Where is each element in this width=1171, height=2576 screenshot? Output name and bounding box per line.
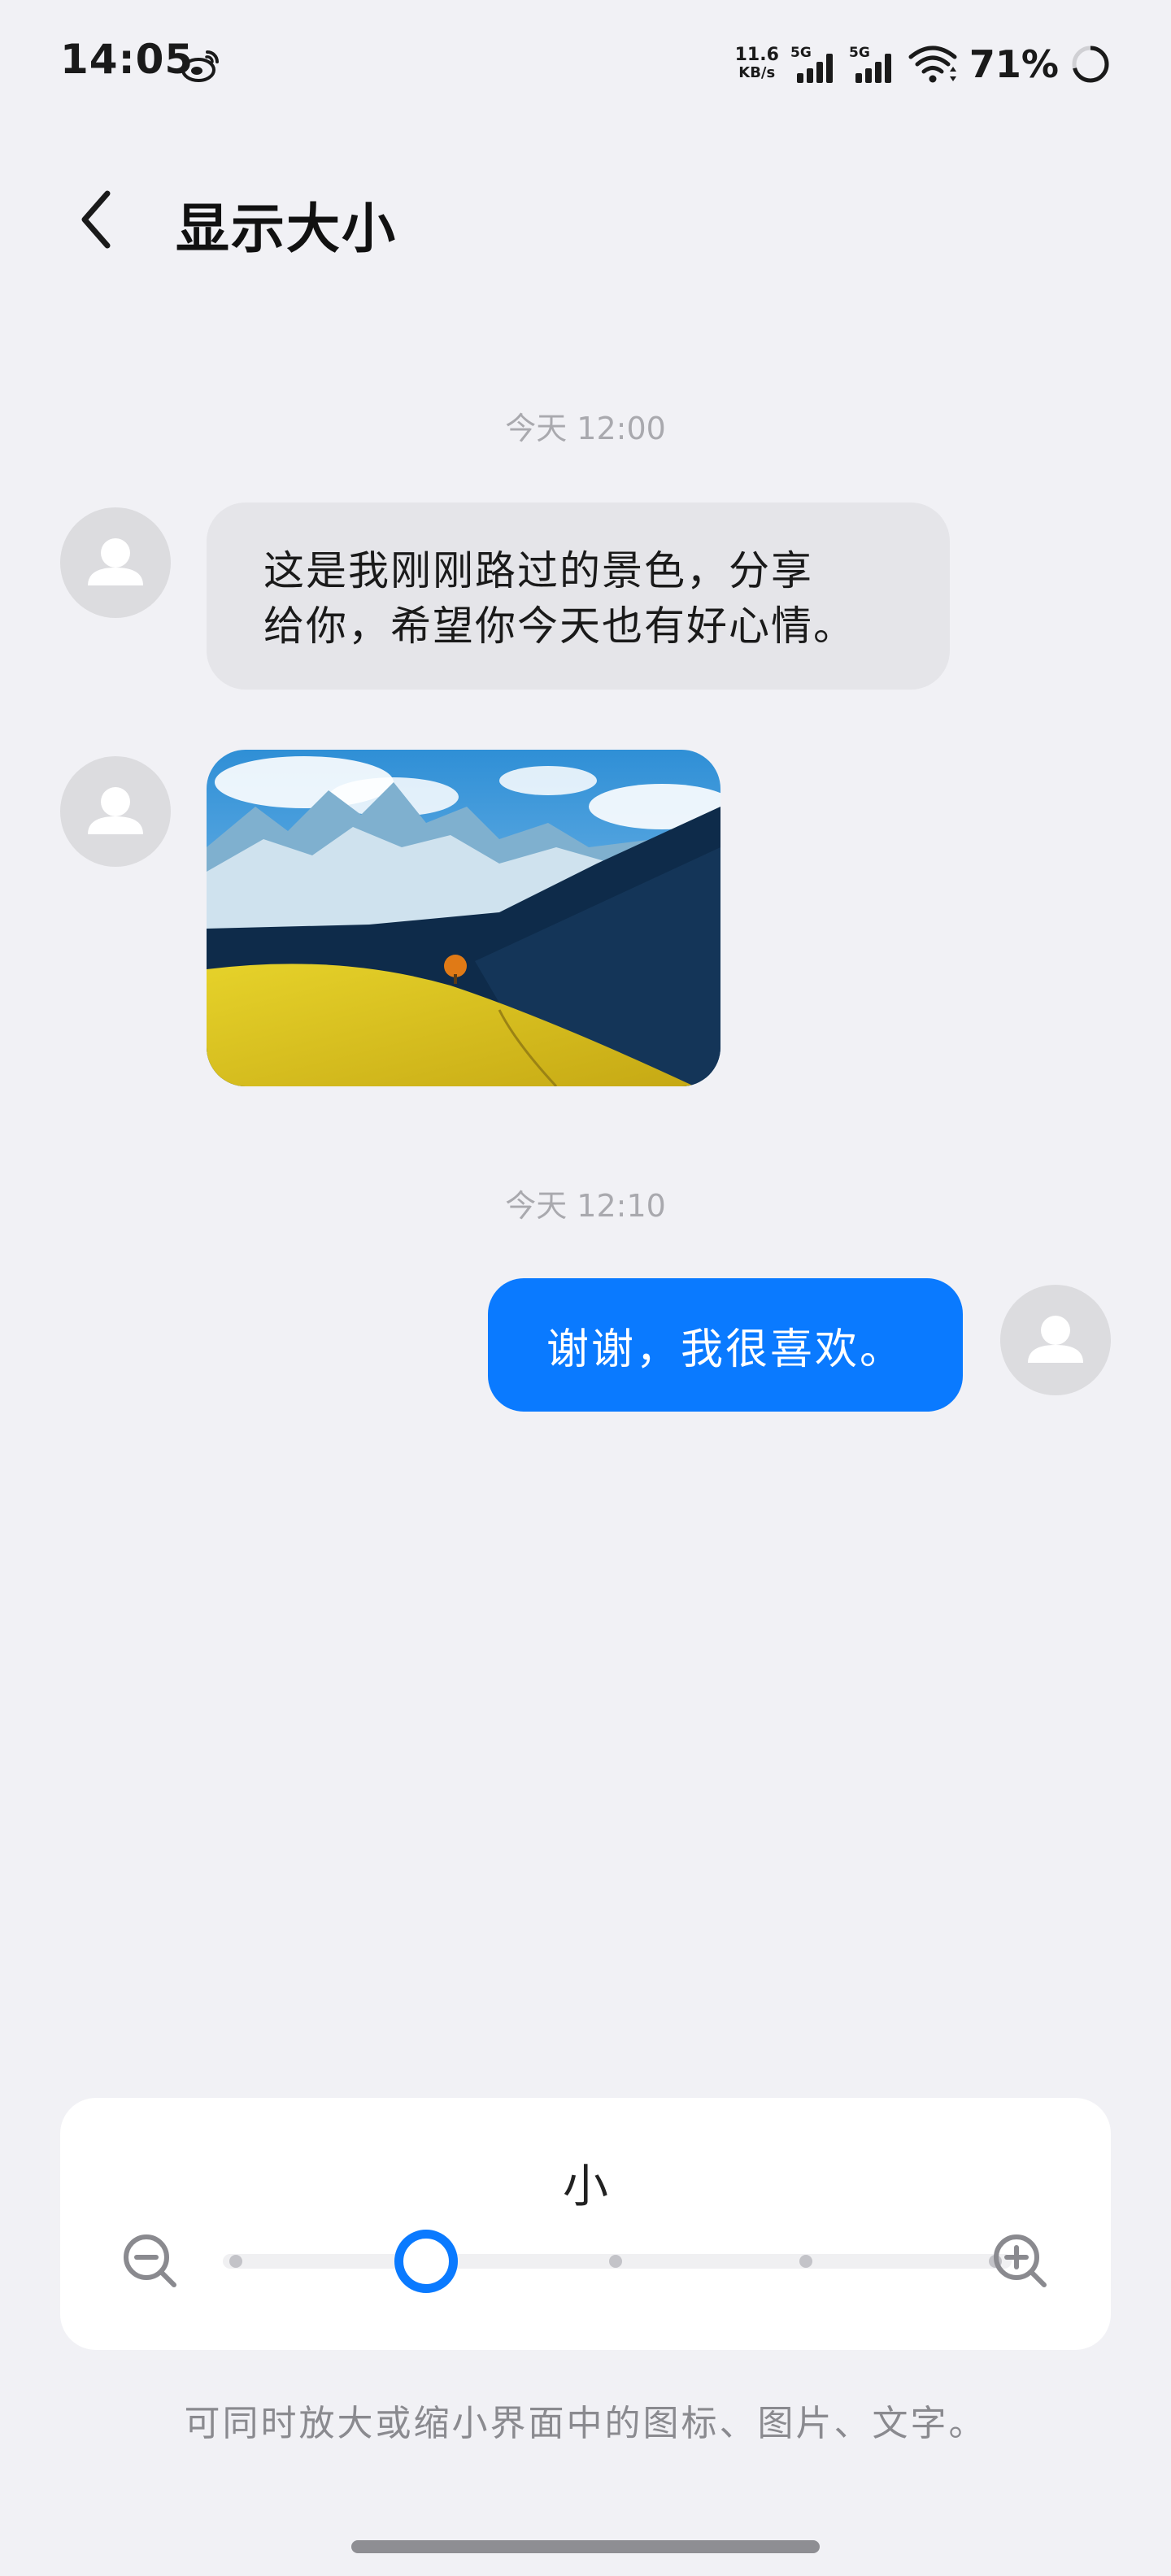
display-size-panel: 小 — [60, 2098, 1111, 2350]
person-icon — [88, 787, 143, 834]
signal-icon: 5G — [849, 45, 891, 83]
weibo-icon — [181, 50, 219, 82]
battery-percent: 71% — [969, 42, 1059, 86]
avatar — [1000, 1285, 1111, 1395]
screen: 14:05 11.6 KB/s 5G 5G 71% 显示大小 今天 12:00 … — [0, 0, 1171, 2576]
status-right: 11.6 KB/s 5G 5G 71% — [735, 37, 1111, 91]
wifi-icon — [908, 46, 957, 83]
size-hint-text: 可同时放大或缩小界面中的图标、图片、文字。 — [184, 2403, 987, 2444]
network-speed-value: 11.6 — [734, 45, 779, 65]
size-slider-tick[interactable] — [799, 2255, 812, 2268]
size-slider-tick[interactable] — [609, 2255, 622, 2268]
home-indicator[interactable] — [351, 2540, 820, 2553]
chat-timestamp: 今天 12:00 — [505, 411, 666, 446]
avatar — [60, 507, 171, 618]
page-title: 显示大小 — [176, 198, 397, 260]
sim2-label: 5G — [849, 45, 870, 61]
zoom-out-icon[interactable] — [117, 2228, 184, 2295]
outgoing-message-text: 谢谢，我很喜欢。 — [546, 1325, 904, 1374]
status-time: 14:05 — [60, 36, 194, 83]
app-header: 显示大小 — [0, 163, 1171, 276]
sim1-label: 5G — [790, 45, 812, 61]
chevron-left-icon — [81, 190, 111, 249]
landscape-image — [207, 750, 720, 1086]
person-icon — [88, 538, 143, 585]
person-icon — [1028, 1316, 1083, 1363]
incoming-message-line: 这是我刚刚路过的景色，分享 — [263, 547, 813, 594]
size-slider-tick[interactable] — [229, 2255, 242, 2268]
size-slider-thumb[interactable] — [394, 2230, 458, 2293]
battery-ring-icon — [1072, 46, 1109, 83]
zoom-in-icon[interactable] — [987, 2228, 1054, 2295]
network-speed: 11.6 KB/s — [735, 46, 779, 82]
outgoing-message-bubble: 谢谢，我很喜欢。 — [488, 1278, 963, 1412]
chat-timestamp: 今天 12:10 — [505, 1188, 666, 1224]
signal-icon: 5G — [790, 45, 833, 83]
network-speed-unit: KB/s — [738, 64, 776, 81]
incoming-message-bubble: 这是我刚刚路过的景色，分享 给你，希望你今天也有好心情。 — [207, 503, 950, 690]
back-button[interactable] — [57, 179, 138, 260]
status-bar: 14:05 11.6 KB/s 5G 5G 71% — [0, 0, 1171, 130]
landscape-photo[interactable] — [207, 750, 720, 1086]
avatar — [60, 756, 171, 867]
incoming-message-line: 给你，希望你今天也有好心情。 — [263, 603, 855, 650]
size-level-label: 小 — [563, 2160, 608, 2213]
